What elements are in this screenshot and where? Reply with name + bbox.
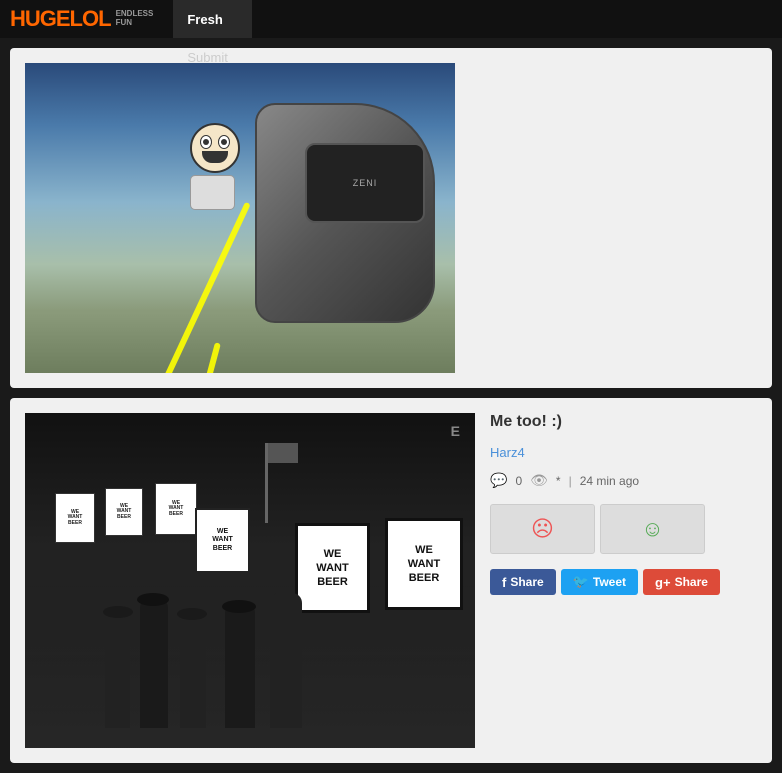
comments-icon: 💬 [490,472,507,489]
post-beer-image-container: WEWANTBEER WEWANTBEER WEWANTBEER WEWANTB… [25,413,475,748]
logo[interactable]: HUGELOL ENDLESS FUN [10,6,153,32]
site-header: HUGELOL ENDLESS FUN Front Trending Fresh… [0,0,782,38]
post-card-partial: ZENI [10,48,772,388]
logo-tagline: ENDLESS FUN [116,10,154,28]
googleplus-share-button[interactable]: g+ Share [643,569,720,595]
twitter-icon: 🐦 [573,574,589,590]
post-image-space: ZENI [25,63,455,373]
vote-buttons: ☹ ☺ [490,504,757,554]
post-title: Me too! :) [490,413,757,431]
twitter-share-button[interactable]: 🐦 Tweet [561,569,638,595]
content-area: ZENI [0,48,782,763]
comments-count: 0 [515,474,522,488]
nav-fresh[interactable]: Fresh [173,0,252,38]
logo-text: HUGELOL [10,6,111,32]
twitter-label: Tweet [593,575,626,589]
googleplus-label: Share [675,575,708,589]
troll-face [185,123,245,203]
facebook-share-button[interactable]: f Share [490,569,556,595]
vote-down-button[interactable]: ☹ [490,504,595,554]
share-buttons: f Share 🐦 Tweet g+ Share [490,569,757,595]
vote-up-button[interactable]: ☺ [600,504,705,554]
post-image-container: ZENI [25,63,455,373]
post-info-beer: Me too! :) Harz4 💬 0 👁 * | 24 min ago ☹ … [490,413,757,748]
views-icon: 👁 [530,472,548,489]
post-card-beer: WEWANTBEER WEWANTBEER WEWANTBEER WEWANTB… [10,398,772,763]
views-count: * [556,474,561,488]
facebook-label: Share [510,575,543,589]
post-meta: 💬 0 👁 * | 24 min ago [490,472,757,489]
post-image-beer: WEWANTBEER WEWANTBEER WEWANTBEER WEWANTB… [25,413,475,748]
googleplus-icon: g+ [655,575,671,590]
post-author[interactable]: Harz4 [490,445,757,460]
facebook-icon: f [502,575,506,590]
post-time: 24 min ago [580,474,639,488]
